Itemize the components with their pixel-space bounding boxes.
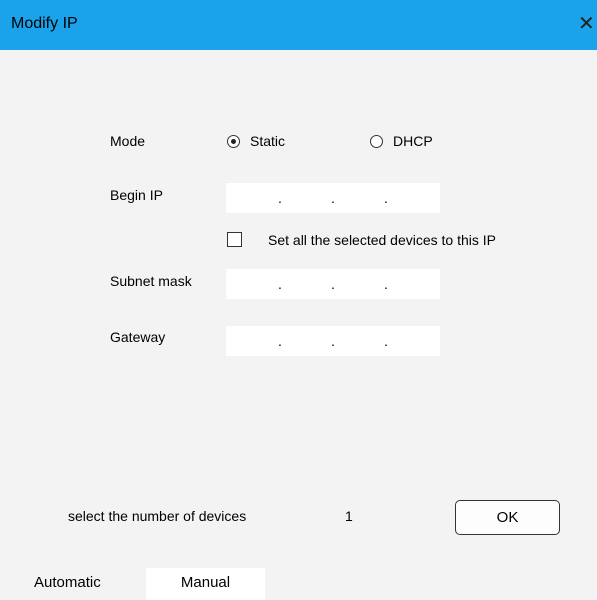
set-all-label[interactable]: Set all the selected devices to this IP [268,232,496,248]
ip-dot: . [331,190,335,206]
mode-label: Mode [110,133,146,149]
gateway-input[interactable]: . . . [226,326,440,356]
tab-manual[interactable]: Manual [146,568,265,600]
tab-automatic[interactable]: Automatic [34,568,101,600]
ip-dot: . [331,276,335,292]
ip-dot: . [278,276,282,292]
ip-dot: . [331,333,335,349]
tab-bar: Automatic Manual [0,568,597,600]
ip-dot: . [384,333,388,349]
device-count-value: 1 [345,508,353,524]
subnet-mask-label: Subnet mask [110,273,192,289]
radio-dhcp-label[interactable]: DHCP [393,133,433,149]
ip-dot: . [384,276,388,292]
ip-dot: . [384,190,388,206]
device-count-label: select the number of devices [68,508,247,524]
begin-ip-label: Begin IP [110,187,163,203]
title-bar: Modify IP ✕ [0,0,597,50]
gateway-label: Gateway [110,329,166,345]
close-icon[interactable]: ✕ [578,12,597,36]
dialog-title: Modify IP [11,15,78,32]
radio-static-label[interactable]: Static [250,133,285,149]
radio-dhcp[interactable] [370,135,383,148]
radio-static[interactable] [227,135,240,148]
set-all-checkbox[interactable] [227,232,242,247]
subnet-mask-input[interactable]: . . . [226,269,440,299]
ok-button[interactable]: OK [455,500,560,535]
ip-dot: . [278,333,282,349]
ip-dot: . [278,190,282,206]
begin-ip-input[interactable]: . . . [226,183,440,213]
